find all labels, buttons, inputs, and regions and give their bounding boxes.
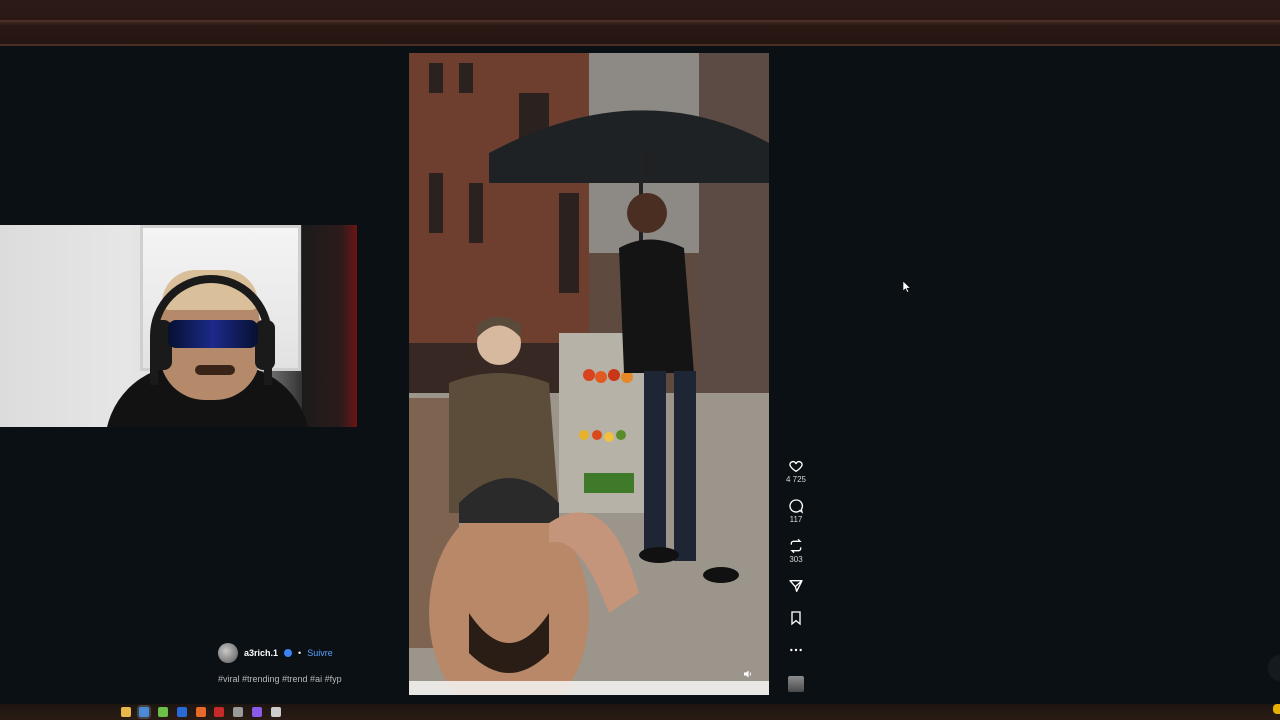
share-button[interactable] [784, 578, 808, 594]
video-player[interactable] [409, 53, 769, 695]
top-bar-divider [0, 20, 1280, 22]
browser-icon[interactable] [139, 707, 149, 717]
browser-top-bar [0, 0, 1280, 46]
headset-right-cup [255, 320, 275, 370]
clock-icon[interactable] [233, 707, 243, 717]
post-author: a3rich.1 • Suivre [218, 643, 333, 663]
streamer-mustache [195, 365, 235, 375]
like-count: 4 725 [785, 475, 807, 484]
save-button[interactable] [784, 610, 808, 626]
heart-icon [789, 460, 803, 473]
discord-icon[interactable] [252, 707, 262, 717]
webcam-overlay [0, 225, 357, 427]
sound-avatar[interactable] [788, 676, 804, 692]
like-button[interactable]: 4 725 [784, 458, 808, 484]
comment-icon [789, 499, 804, 514]
folder-icon[interactable] [121, 707, 131, 717]
repost-icon [790, 538, 802, 554]
notification-indicator[interactable] [1273, 704, 1280, 714]
share-icon [789, 580, 803, 592]
comment-count: 117 [789, 515, 803, 524]
more-button[interactable] [784, 642, 808, 658]
firefox-icon[interactable] [196, 707, 206, 717]
record-icon[interactable] [214, 707, 224, 717]
bookmark-icon [791, 611, 801, 626]
more-icon [790, 648, 802, 652]
webcam-background-curtain [302, 225, 357, 427]
author-name[interactable]: a3rich.1 [244, 648, 278, 658]
mouse-cursor-icon [902, 280, 912, 298]
verified-icon [284, 649, 293, 657]
author-separator: • [298, 648, 302, 658]
repost-button[interactable]: 303 [784, 538, 808, 564]
comment-button[interactable]: 117 [784, 498, 808, 524]
speaker-icon[interactable] [743, 669, 759, 685]
scroll-knob[interactable] [1268, 655, 1280, 681]
author-avatar[interactable] [218, 643, 238, 663]
app-icon-2[interactable] [177, 707, 187, 717]
taskbar [0, 704, 1280, 720]
sunglasses [168, 320, 258, 348]
app-icon-3[interactable] [271, 707, 281, 717]
repost-count: 303 [789, 555, 803, 564]
post-hashtags[interactable]: #viral #trending #trend #ai #fyp [218, 674, 342, 684]
video-frame [409, 53, 769, 695]
app-icon[interactable] [158, 707, 168, 717]
follow-button[interactable]: Suivre [307, 648, 333, 658]
